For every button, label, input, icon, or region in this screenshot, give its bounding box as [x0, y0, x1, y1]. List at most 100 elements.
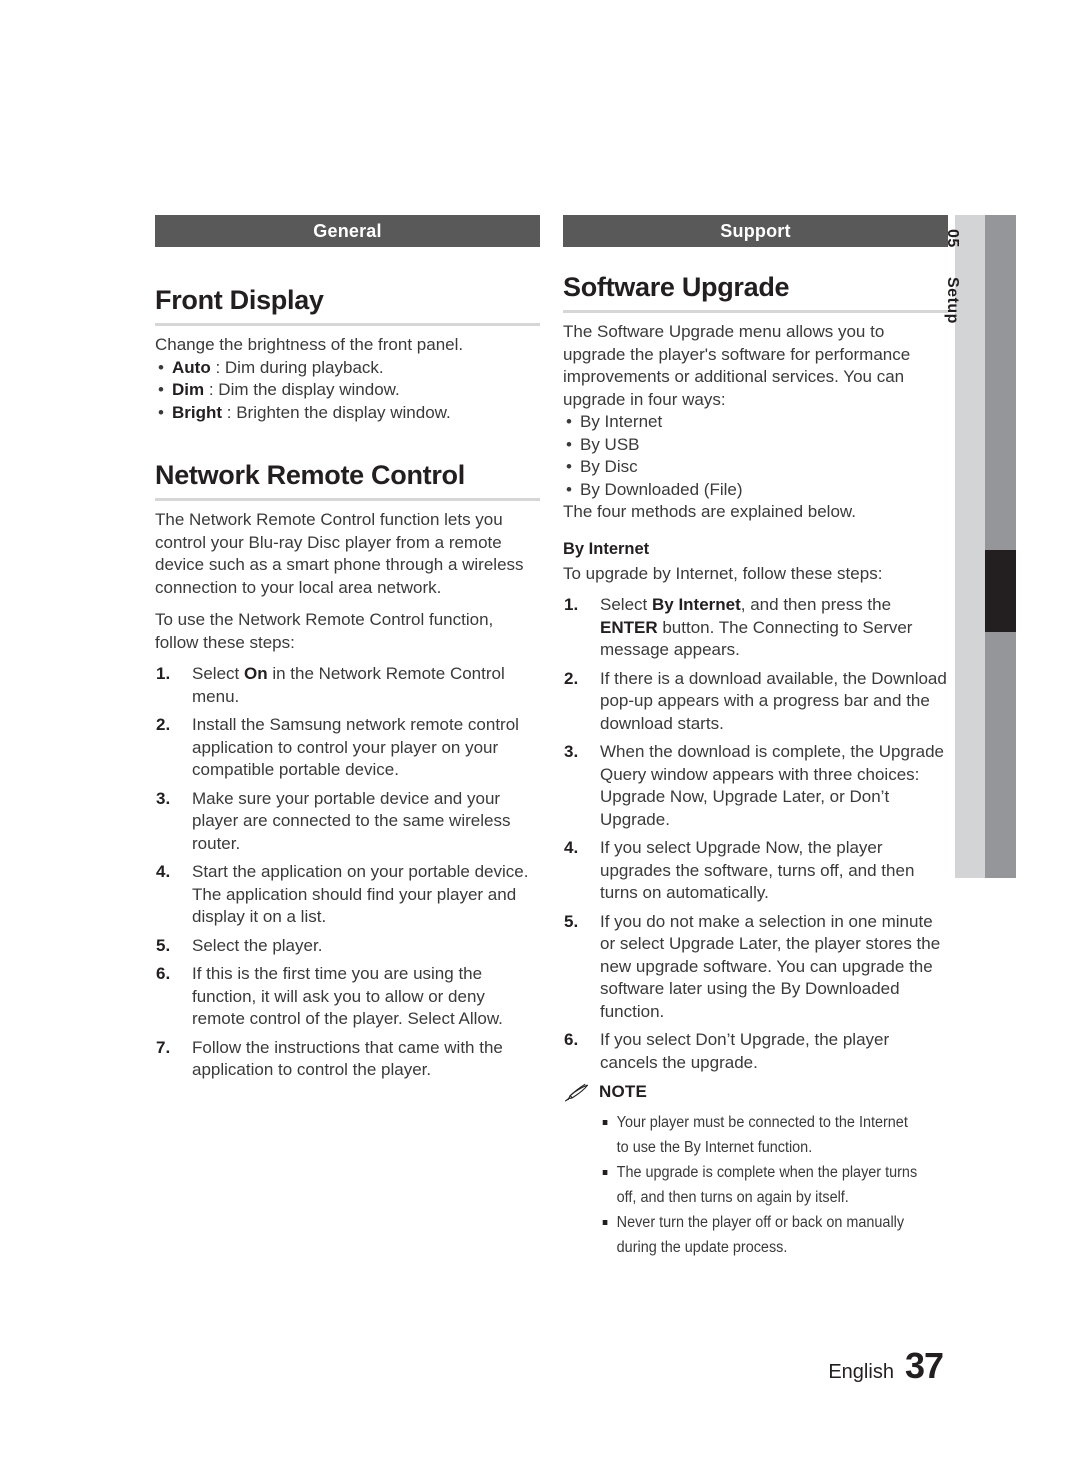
list-item: 1. Select By Internet, and then press the…	[563, 594, 948, 662]
list-item: 3. When the download is complete, the Upg…	[563, 741, 948, 831]
list-item: 6. If this is the first time you are usin…	[155, 963, 540, 1031]
software-upgrade-section: Software Upgrade The Software Upgrade me…	[563, 247, 948, 1260]
list-item: Auto : Dim during playback.	[155, 357, 540, 380]
side-tab-number: 05	[944, 229, 961, 248]
heading-front-display: Front Display	[155, 285, 324, 315]
step-number: 6.	[564, 1030, 579, 1049]
heading-network-remote-control: Network Remote Control	[155, 460, 465, 490]
option-term: Bright	[172, 402, 223, 422]
list-item: Dim : Dim the display window.	[155, 379, 540, 402]
right-column: Support Software Upgrade The Software Up…	[563, 215, 948, 1260]
front-display-section: Front Display Change the brightness of t…	[155, 247, 540, 424]
step-text-pre: Start the application on your portable d…	[192, 862, 529, 926]
step-text-pre: Select	[192, 664, 244, 683]
step-number: 1.	[156, 664, 171, 683]
list-item: Never turn the player off or back on man…	[599, 1210, 924, 1260]
list-item: By Downloaded (File)	[563, 479, 948, 502]
list-item: Bright : Brighten the display window.	[155, 402, 540, 425]
step-text-pre: Install the Samsung network remote contr…	[192, 715, 519, 779]
step-text-pre: If this is the first time you are using …	[192, 964, 503, 1028]
list-item: 4. Start the application on your portable…	[155, 861, 540, 929]
step-number: 3.	[156, 788, 171, 808]
option-term: Auto	[172, 357, 211, 377]
subheading-by-internet: By Internet	[563, 539, 650, 558]
list-item: The upgrade is complete when the player …	[599, 1160, 924, 1210]
note-items: Your player must be connected to the Int…	[563, 1110, 948, 1260]
nrc-paragraph-1: The Network Remote Control function lets…	[155, 510, 524, 597]
nrc-paragraph-2: To use the Network Remote Control functi…	[155, 610, 494, 652]
side-tab-dark-band	[985, 215, 1016, 878]
step-number: 5.	[156, 935, 171, 955]
methods-explained-note: The four methods are explained below.	[563, 502, 856, 521]
list-item: 5. If you do not make a selection in one …	[563, 911, 948, 1024]
step-number: 4.	[564, 838, 579, 857]
list-item: 5. Select the player.	[155, 935, 540, 958]
step-text-pre: If there is a download available, the Do…	[600, 668, 947, 733]
list-item: 6. If you select Don’t Upgrade, the playe…	[563, 1029, 948, 1074]
chapter-side-tab: 05 Setup	[944, 215, 1016, 878]
step-text-pre: Select the player.	[192, 935, 323, 955]
note-header: NOTE	[563, 1082, 948, 1106]
option-term: Dim	[172, 380, 205, 399]
section-banner-general: General	[155, 215, 540, 247]
by-internet-intro: To upgrade by Internet, follow these ste…	[563, 563, 883, 583]
note-block: NOTE Your player must be connected to th…	[563, 1082, 948, 1260]
pencil-icon	[563, 1083, 589, 1103]
list-item: 2. Install the Samsung network remote con…	[155, 714, 540, 782]
step-number: 1.	[564, 595, 579, 614]
step-text-pre: Follow the instructions that came with t…	[192, 1037, 503, 1080]
list-item: By USB	[563, 434, 948, 457]
section-banner-support: Support	[563, 215, 948, 247]
option-sep: :	[210, 357, 225, 377]
step-text-pre: If you select Upgrade Now, the player up…	[600, 838, 915, 902]
front-display-intro: Change the brightness of the front panel…	[155, 335, 464, 354]
heading-software-upgrade: Software Upgrade	[563, 272, 790, 302]
side-tab-chapter-marker	[985, 550, 1016, 632]
step-text-pre: Make sure your portable device and your …	[192, 788, 511, 853]
step-text-mid: , and then press the	[740, 595, 892, 614]
heading-rule	[155, 323, 540, 326]
option-desc: Dim the display window.	[218, 380, 400, 399]
option-desc: Brighten the display window.	[236, 402, 451, 422]
step-number: 3.	[564, 742, 579, 761]
list-item: 7. Follow the instructions that came with…	[155, 1037, 540, 1082]
step-text-pre: Select	[600, 595, 652, 614]
step-number: 7.	[156, 1037, 171, 1057]
list-item: 1. Select On in the Network Remote Contro…	[155, 663, 540, 708]
step-number: 2.	[156, 715, 171, 734]
manual-page: General Front Display Change the brightn…	[0, 0, 1080, 1479]
side-tab-label: Setup	[944, 277, 961, 324]
step-text-bold: By Internet	[651, 595, 741, 614]
step-text-pre: If you select Don’t Upgrade, the player …	[600, 1030, 890, 1072]
footer-page-number: 37	[904, 1345, 944, 1386]
note-title: NOTE	[599, 1082, 648, 1101]
footer-language: English	[828, 1361, 894, 1383]
list-item: 4. If you select Upgrade Now, the player …	[563, 837, 948, 905]
step-text-bold2: ENTER	[600, 617, 658, 637]
step-text-pre: When the download is complete, the Upgra…	[600, 742, 944, 829]
left-column: General Front Display Change the brightn…	[155, 215, 540, 1088]
software-upgrade-intro: The Software Upgrade menu allows you to …	[563, 322, 911, 409]
step-number: 6.	[156, 964, 171, 983]
page-footer: English 37	[828, 1345, 944, 1387]
option-sep: :	[222, 402, 237, 422]
heading-rule	[155, 498, 540, 501]
option-desc: Dim during playback.	[224, 357, 384, 377]
front-display-options: Auto : Dim during playback. Dim : Dim th…	[155, 357, 540, 425]
list-item: 3. Make sure your portable device and you…	[155, 788, 540, 856]
list-item: By Disc	[563, 456, 948, 479]
network-remote-control-section: Network Remote Control The Network Remot…	[155, 424, 540, 1082]
step-text-pre: If you do not make a selection in one mi…	[600, 911, 941, 1021]
option-sep: :	[204, 380, 219, 399]
nrc-steps: 1. Select On in the Network Remote Contro…	[155, 663, 540, 1082]
list-item: 2. If there is a download available, the …	[563, 668, 948, 736]
step-number: 2.	[564, 668, 579, 688]
step-number: 4.	[156, 862, 171, 881]
by-internet-steps: 1. Select By Internet, and then press the…	[563, 594, 948, 1074]
upgrade-methods-list: By Internet By USB By Disc By Downloaded…	[563, 411, 948, 501]
list-item: By Internet	[563, 411, 948, 434]
side-tab-text: 05 Setup	[944, 215, 985, 878]
heading-rule	[563, 310, 948, 313]
step-number: 5.	[564, 911, 579, 931]
step-text-bold: On	[243, 664, 268, 683]
